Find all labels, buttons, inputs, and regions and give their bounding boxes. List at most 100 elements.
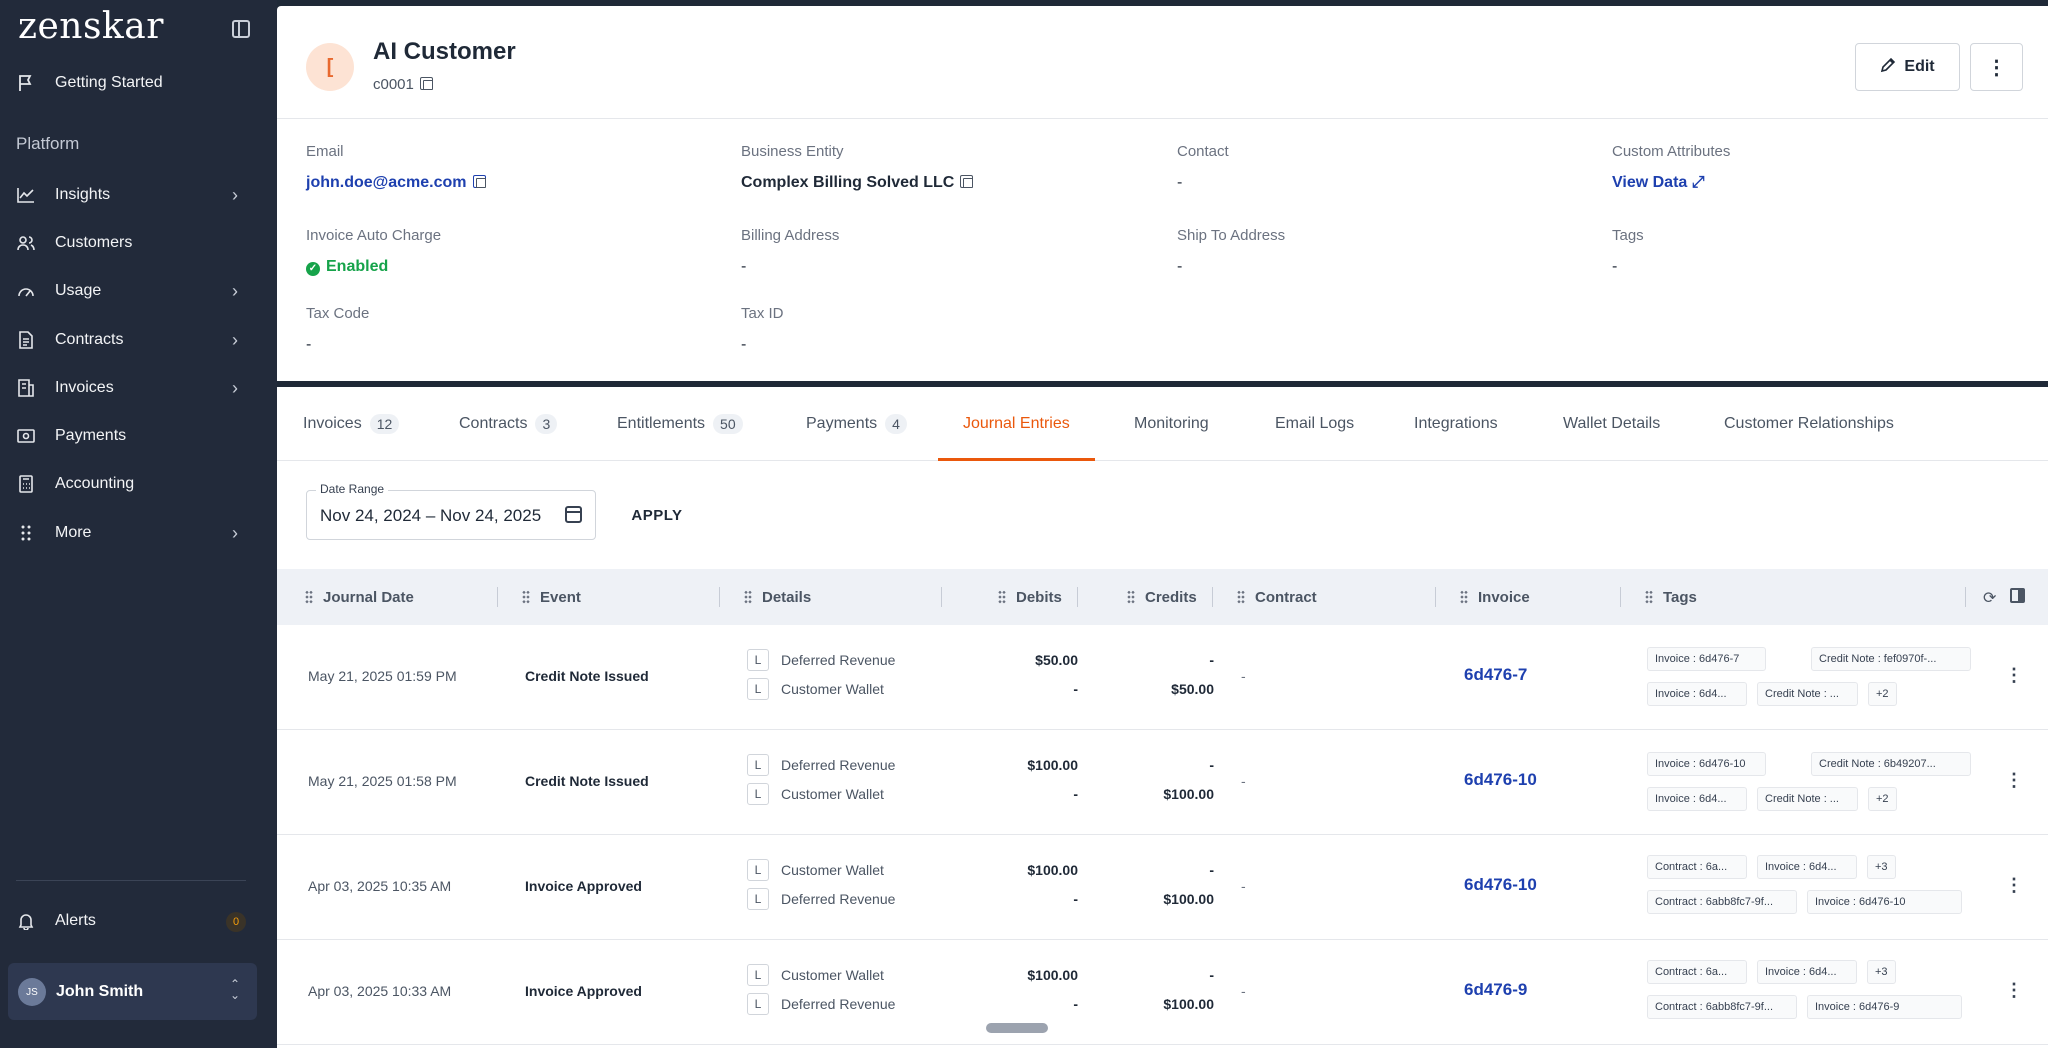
sidebar-item-customers[interactable]: Customers [0,221,277,265]
gauge-icon [17,282,35,300]
column-header-debits[interactable]: Debits [998,569,1062,625]
row-actions-kebab-icon[interactable]: ⋮ [2005,875,2023,896]
drag-handle-icon[interactable] [1237,590,1245,604]
invoice-link[interactable]: 6d476-10 [1464,770,1537,790]
row-actions-kebab-icon[interactable]: ⋮ [2005,980,2023,1001]
sidebar-collapse-icon[interactable] [232,20,250,38]
content-card: Invoices 12 Contracts 3 Entitlements 50 Pay… [277,381,2048,1048]
column-resizer[interactable] [1620,587,1621,607]
field-contact: Contact - [1177,143,1229,192]
drag-handle-icon[interactable] [1645,590,1653,604]
invoice-link[interactable]: 6d476-7 [1464,665,1527,685]
tag-overflow-chip[interactable]: +3 [1867,960,1896,984]
copy-icon[interactable] [419,77,433,90]
tab-contracts[interactable]: Contracts 3 [459,387,558,461]
sidebar-item-insights[interactable]: Insights › [0,173,277,217]
credit-value: - [1209,757,1214,773]
tab-monitoring[interactable]: Monitoring [1134,387,1209,461]
field-billing-address: Billing Address - [741,227,839,276]
tag-chip: Invoice : 6d4... [1757,855,1857,879]
sidebar-item-accounting[interactable]: Accounting [0,462,277,506]
column-resizer[interactable] [719,587,720,607]
invoice-link[interactable]: 6d476-10 [1464,875,1537,895]
journal-date: May 21, 2025 01:58 PM [308,773,457,789]
tag-overflow-chip[interactable]: +2 [1868,682,1897,706]
tab-customer-relationships[interactable]: Customer Relationships [1724,387,1894,461]
tab-payments[interactable]: Payments 4 [806,387,907,461]
sidebar-item-payments[interactable]: Payments [0,414,277,458]
drag-handle-icon[interactable] [305,590,313,604]
table-row[interactable]: Apr 03, 2025 10:35 AM Invoice Approved L… [277,835,2048,940]
drag-handle-icon[interactable] [744,590,752,604]
table-row[interactable]: May 21, 2025 01:59 PM Credit Note Issued… [277,625,2048,730]
column-header-contract[interactable]: Contract [1237,569,1317,625]
column-header-credits[interactable]: Credits [1127,569,1197,625]
column-header-tags[interactable]: Tags [1645,569,1697,625]
drag-handle-icon[interactable] [522,590,530,604]
column-header-invoice[interactable]: Invoice [1460,569,1530,625]
column-resizer[interactable] [1965,587,1966,607]
user-menu[interactable]: JS John Smith ⌃ ⌄ [8,963,257,1020]
tab-journal-entries[interactable]: Journal Entries [938,387,1095,461]
tab-entitlements[interactable]: Entitlements 50 [617,387,743,461]
tag-overflow-chip[interactable]: +3 [1867,855,1896,879]
sidebar-item-getting-started[interactable]: Getting Started [0,61,277,105]
tag-chip: Contract : 6a... [1647,855,1747,879]
copy-icon[interactable] [960,175,974,188]
zenskar-logo[interactable]: zenskar [18,6,164,47]
field-invoice-auto-charge: Invoice Auto Charge ✓ Enabled [306,227,441,276]
tab-invoices[interactable]: Invoices 12 [303,387,400,461]
drag-handle-icon[interactable] [1127,590,1135,604]
view-data-link[interactable]: View Data ⤢ [1612,174,1730,192]
column-header-details[interactable]: Details [744,569,811,625]
column-header-label: Event [540,588,581,606]
invoice-link[interactable]: 6d476-9 [1464,980,1527,1000]
tab-integrations[interactable]: Integrations [1414,387,1498,461]
account-name: Deferred Revenue [781,757,896,773]
dots-grid-icon [17,524,35,542]
kebab-icon: ⋮ [1986,56,2007,79]
drag-handle-icon[interactable] [1460,590,1468,604]
refresh-icon[interactable]: ⟳ [1983,588,1996,608]
tab-label: Integrations [1414,415,1498,432]
more-actions-button[interactable]: ⋮ [1970,43,2023,91]
tab-email-logs[interactable]: Email Logs [1275,387,1354,461]
sidebar-item-more[interactable]: More › [0,511,277,555]
date-range-picker[interactable]: Date Range Nov 24, 2024 – Nov 24, 2025 [306,482,596,540]
row-actions-kebab-icon[interactable]: ⋮ [2005,665,2023,686]
column-header-event[interactable]: Event [522,569,581,625]
tab-label: Monitoring [1134,415,1209,432]
field-ship-to-address: Ship To Address - [1177,227,1285,276]
tag-overflow-chip[interactable]: +2 [1868,787,1897,811]
email-link[interactable]: john.doe@acme.com [306,174,467,191]
row-actions-kebab-icon[interactable]: ⋮ [2005,770,2023,791]
sidebar-item-usage[interactable]: Usage › [0,269,277,313]
sidebar-item-invoices[interactable]: Invoices › [0,366,277,410]
horizontal-scrollbar[interactable] [986,1023,1048,1033]
table-row[interactable]: Apr 03, 2025 10:33 AM Invoice Approved L… [277,940,2048,1045]
drag-handle-icon[interactable] [998,590,1006,604]
sidebar-divider [16,880,246,881]
column-resizer[interactable] [497,587,498,607]
sidebar-item-contracts[interactable]: Contracts › [0,318,277,362]
table-row[interactable]: May 21, 2025 01:58 PM Credit Note Issued… [277,730,2048,835]
credit-value: $50.00 [1171,681,1214,697]
column-resizer[interactable] [1212,587,1213,607]
column-resizer[interactable] [1077,587,1078,607]
edit-button-label: Edit [1904,58,1935,75]
tab-wallet-details[interactable]: Wallet Details [1563,387,1660,461]
column-header-journal-date[interactable]: Journal Date [305,569,414,625]
column-resizer[interactable] [1435,587,1436,607]
field-custom-attributes: Custom Attributes View Data ⤢ [1612,143,1730,192]
field-value[interactable]: john.doe@acme.com [306,174,486,192]
credit-value: $100.00 [1163,786,1214,802]
edit-button[interactable]: Edit [1855,43,1960,91]
column-resizer[interactable] [941,587,942,607]
copy-icon[interactable] [472,175,486,188]
field-tax-id: Tax ID - [741,305,784,354]
tab-label: Email Logs [1275,415,1355,432]
field-value: - [741,258,747,275]
calendar-icon[interactable] [565,506,582,523]
apply-button[interactable]: APPLY [622,499,692,531]
column-panel-icon[interactable] [2010,588,2026,603]
